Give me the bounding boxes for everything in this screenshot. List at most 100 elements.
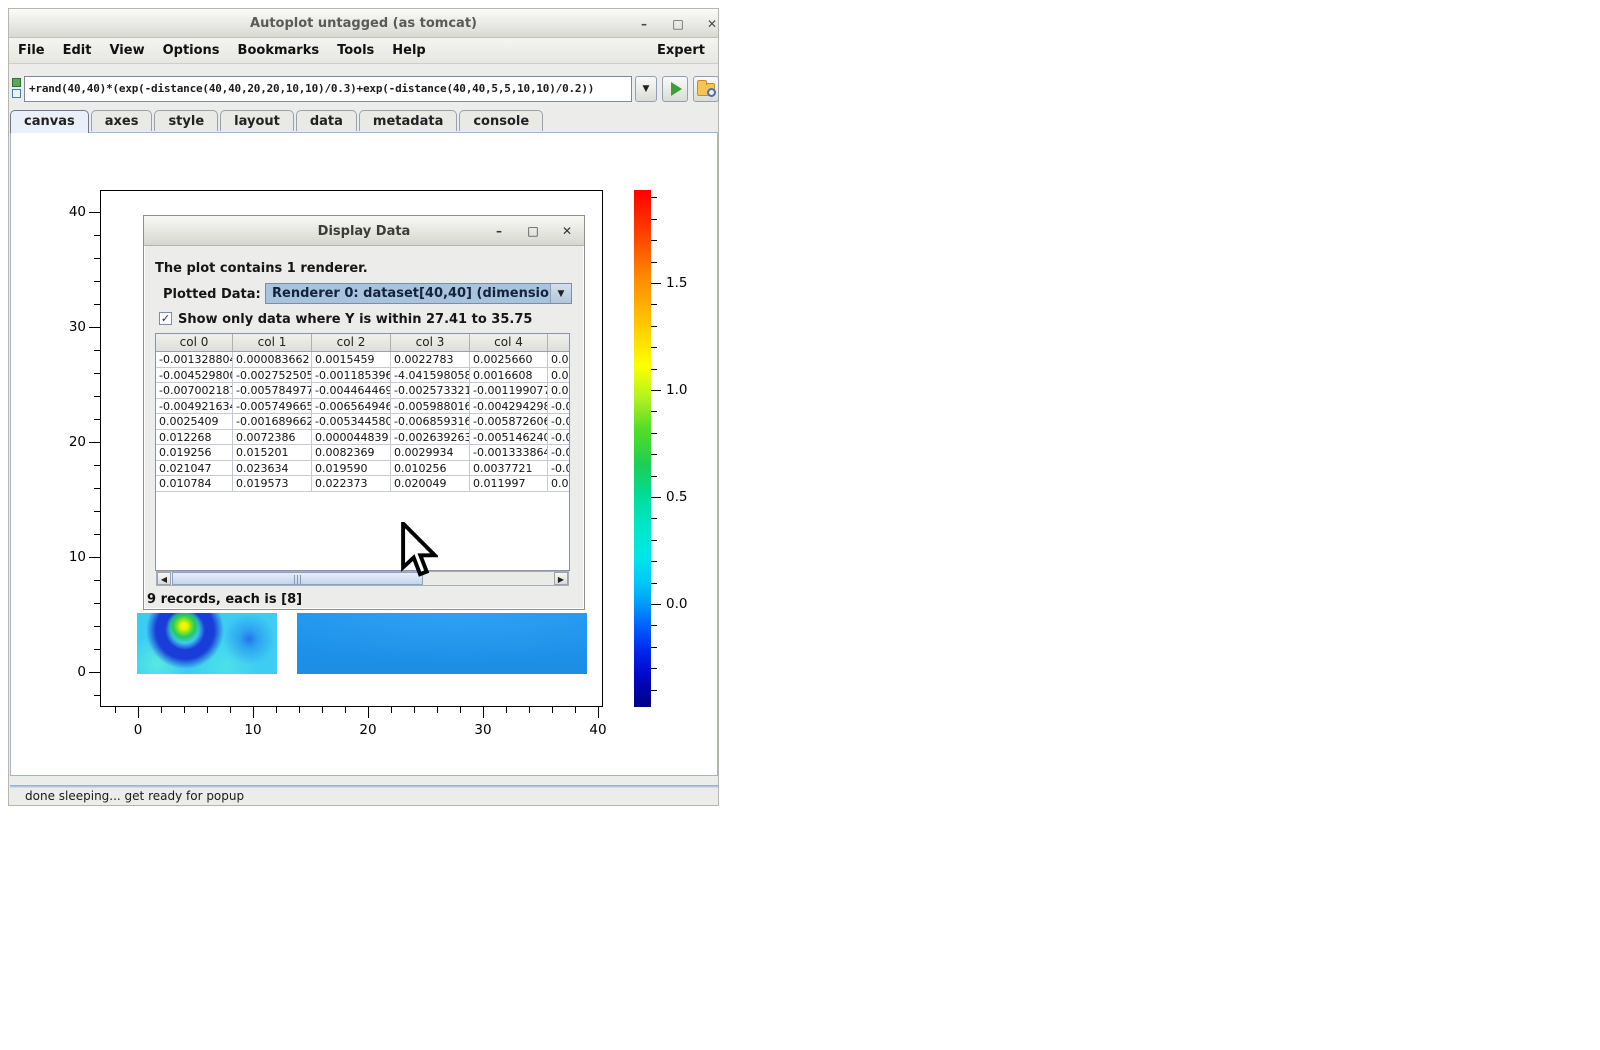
table-header-cell[interactable]: col 2 bbox=[312, 334, 391, 351]
maximize-icon[interactable]: □ bbox=[668, 15, 688, 33]
table-header-cell[interactable] bbox=[548, 334, 570, 351]
table-cell[interactable]: -0.00 bbox=[548, 461, 570, 476]
table-cell[interactable]: -0.007002187... bbox=[156, 383, 233, 398]
table-cell[interactable]: -0.005784977... bbox=[233, 383, 312, 398]
menu-item-file[interactable]: File bbox=[9, 38, 54, 64]
table-row[interactable]: 0.0025409-0.001689662...-0.005344580...-… bbox=[156, 414, 569, 430]
table-cell[interactable]: 0.0022783 bbox=[391, 352, 470, 367]
table-cell[interactable]: -0.005344580... bbox=[312, 414, 391, 429]
table-cell[interactable]: 0.00 bbox=[548, 352, 570, 367]
table-cell[interactable]: -0.00 bbox=[548, 445, 570, 460]
table-cell[interactable]: -0.00 bbox=[548, 430, 570, 445]
table-header-cell[interactable]: col 3 bbox=[391, 334, 470, 351]
table-row[interactable]: -0.004921634...-0.005749665...-0.0065649… bbox=[156, 399, 569, 415]
table-cell[interactable]: -0.005749665... bbox=[233, 399, 312, 414]
table-cell[interactable]: -0.002639263... bbox=[391, 430, 470, 445]
table-cell[interactable]: 0.0029934 bbox=[391, 445, 470, 460]
plotted-data-select[interactable]: Renderer 0: dataset[40,40] (dimension...… bbox=[265, 283, 572, 304]
expert-mode-label[interactable]: Expert bbox=[644, 43, 718, 58]
table-cell[interactable]: 0.0016608 bbox=[470, 368, 548, 383]
table-header-cell[interactable]: col 0 bbox=[156, 334, 233, 351]
dialog-titlebar[interactable]: Display Data – □ ✕ bbox=[144, 216, 584, 246]
menu-item-help[interactable]: Help bbox=[383, 38, 434, 64]
table-cell[interactable]: 0.019573 bbox=[233, 476, 312, 491]
table-cell[interactable]: 0.0072386 bbox=[233, 430, 312, 445]
table-cell[interactable]: -0.005988016... bbox=[391, 399, 470, 414]
table-cell[interactable]: -0.006859316... bbox=[391, 414, 470, 429]
uri-input[interactable]: +rand(40,40)*(exp(-distance(40,40,20,20,… bbox=[24, 76, 632, 102]
table-cell[interactable]: 0.022373 bbox=[312, 476, 391, 491]
menu-item-view[interactable]: View bbox=[100, 38, 153, 64]
table-cell[interactable]: 0.0025409 bbox=[156, 414, 233, 429]
scrollbar-thumb[interactable] bbox=[172, 572, 423, 585]
titlebar[interactable]: Autoplot untagged (as tomcat) – □ ✕ bbox=[9, 9, 718, 38]
table-header-cell[interactable]: col 4 bbox=[470, 334, 548, 351]
table-cell[interactable]: 0.021047 bbox=[156, 461, 233, 476]
table-cell[interactable]: 0.023634 bbox=[233, 461, 312, 476]
table-row[interactable]: -0.001328804...0.0000836620.00154590.002… bbox=[156, 352, 569, 368]
tab-style[interactable]: style bbox=[154, 110, 218, 131]
table-cell[interactable]: -0.004921634... bbox=[156, 399, 233, 414]
table-row[interactable]: 0.0192560.0152010.00823690.0029934-0.001… bbox=[156, 445, 569, 461]
table-row[interactable]: -0.007002187...-0.005784977...-0.0044644… bbox=[156, 383, 569, 399]
table-cell[interactable]: -0.001199077... bbox=[470, 383, 548, 398]
table-cell[interactable]: -0.00 bbox=[548, 399, 570, 414]
tab-metadata[interactable]: metadata bbox=[359, 110, 457, 131]
menu-item-tools[interactable]: Tools bbox=[328, 38, 383, 64]
table-cell[interactable]: 0.010256 bbox=[391, 461, 470, 476]
tab-console[interactable]: console bbox=[459, 110, 543, 131]
table-cell[interactable]: -0.004464469... bbox=[312, 383, 391, 398]
uri-dropdown-button[interactable]: ▼ bbox=[635, 76, 657, 102]
table-cell[interactable]: 0.0025660 bbox=[470, 352, 548, 367]
table-cell[interactable]: 0.019590 bbox=[312, 461, 391, 476]
table-cell[interactable]: 0.000044839 bbox=[312, 430, 391, 445]
table-cell[interactable]: -0.001328804... bbox=[156, 352, 233, 367]
table-cell[interactable]: 0.00 bbox=[548, 476, 570, 491]
table-cell[interactable]: 0.0082369 bbox=[312, 445, 391, 460]
table-cell[interactable]: -0.004294298... bbox=[470, 399, 548, 414]
dialog-maximize-icon[interactable]: □ bbox=[523, 222, 543, 240]
table-cell[interactable]: -0.001333864... bbox=[470, 445, 548, 460]
table-cell[interactable]: -0.005872606... bbox=[470, 414, 548, 429]
close-icon[interactable]: ✕ bbox=[702, 15, 722, 33]
data-table[interactable]: col 0col 1col 2col 3col 4 -0.001328804...… bbox=[155, 333, 570, 571]
minimize-icon[interactable]: – bbox=[634, 15, 654, 33]
table-cell[interactable]: 0.0015459 bbox=[312, 352, 391, 367]
table-cell[interactable]: 0.019256 bbox=[156, 445, 233, 460]
menu-item-options[interactable]: Options bbox=[154, 38, 229, 64]
table-cell[interactable]: -0.004529800... bbox=[156, 368, 233, 383]
table-cell[interactable]: 0.0037721 bbox=[470, 461, 548, 476]
tab-canvas[interactable]: canvas bbox=[10, 110, 89, 133]
table-cell[interactable]: 0.015201 bbox=[233, 445, 312, 460]
table-cell[interactable]: 0.011997 bbox=[470, 476, 548, 491]
dialog-minimize-icon[interactable]: – bbox=[489, 222, 509, 240]
table-cell[interactable]: 0.012268 bbox=[156, 430, 233, 445]
table-cell[interactable]: 0.00 bbox=[548, 383, 570, 398]
tab-data[interactable]: data bbox=[296, 110, 357, 131]
menu-item-edit[interactable]: Edit bbox=[54, 38, 101, 64]
table-row[interactable]: -0.004529800...-0.002752505...-0.0011853… bbox=[156, 368, 569, 384]
table-cell[interactable]: -0.00 bbox=[548, 414, 570, 429]
table-cell[interactable]: -0.006564946... bbox=[312, 399, 391, 414]
table-cell[interactable]: -4.041598058... bbox=[391, 368, 470, 383]
table-header-cell[interactable]: col 1 bbox=[233, 334, 312, 351]
dialog-close-icon[interactable]: ✕ bbox=[557, 222, 577, 240]
table-cell[interactable]: -0.005146240... bbox=[470, 430, 548, 445]
table-cell[interactable]: 0.020049 bbox=[391, 476, 470, 491]
menu-item-bookmarks[interactable]: Bookmarks bbox=[229, 38, 329, 64]
go-button[interactable] bbox=[662, 76, 688, 102]
scroll-right-icon[interactable]: ▶ bbox=[554, 572, 568, 585]
table-cell[interactable]: -0.002752505... bbox=[233, 368, 312, 383]
table-cell[interactable]: 0.00 bbox=[548, 368, 570, 383]
table-cell[interactable]: 0.000083662 bbox=[233, 352, 312, 367]
table-cell[interactable]: -0.001689662... bbox=[233, 414, 312, 429]
table-cell[interactable]: -0.001185396... bbox=[312, 368, 391, 383]
table-row[interactable]: 0.0107840.0195730.0223730.0200490.011997… bbox=[156, 476, 569, 492]
table-cell[interactable]: 0.010784 bbox=[156, 476, 233, 491]
filter-y-checkbox[interactable]: ✓ bbox=[159, 312, 172, 325]
table-row[interactable]: 0.0210470.0236340.0195900.0102560.003772… bbox=[156, 461, 569, 477]
scroll-left-icon[interactable]: ◀ bbox=[157, 572, 171, 585]
tab-axes[interactable]: axes bbox=[91, 110, 153, 131]
inspect-uri-button[interactable] bbox=[693, 76, 719, 102]
table-row[interactable]: 0.0122680.00723860.000044839-0.002639263… bbox=[156, 430, 569, 446]
